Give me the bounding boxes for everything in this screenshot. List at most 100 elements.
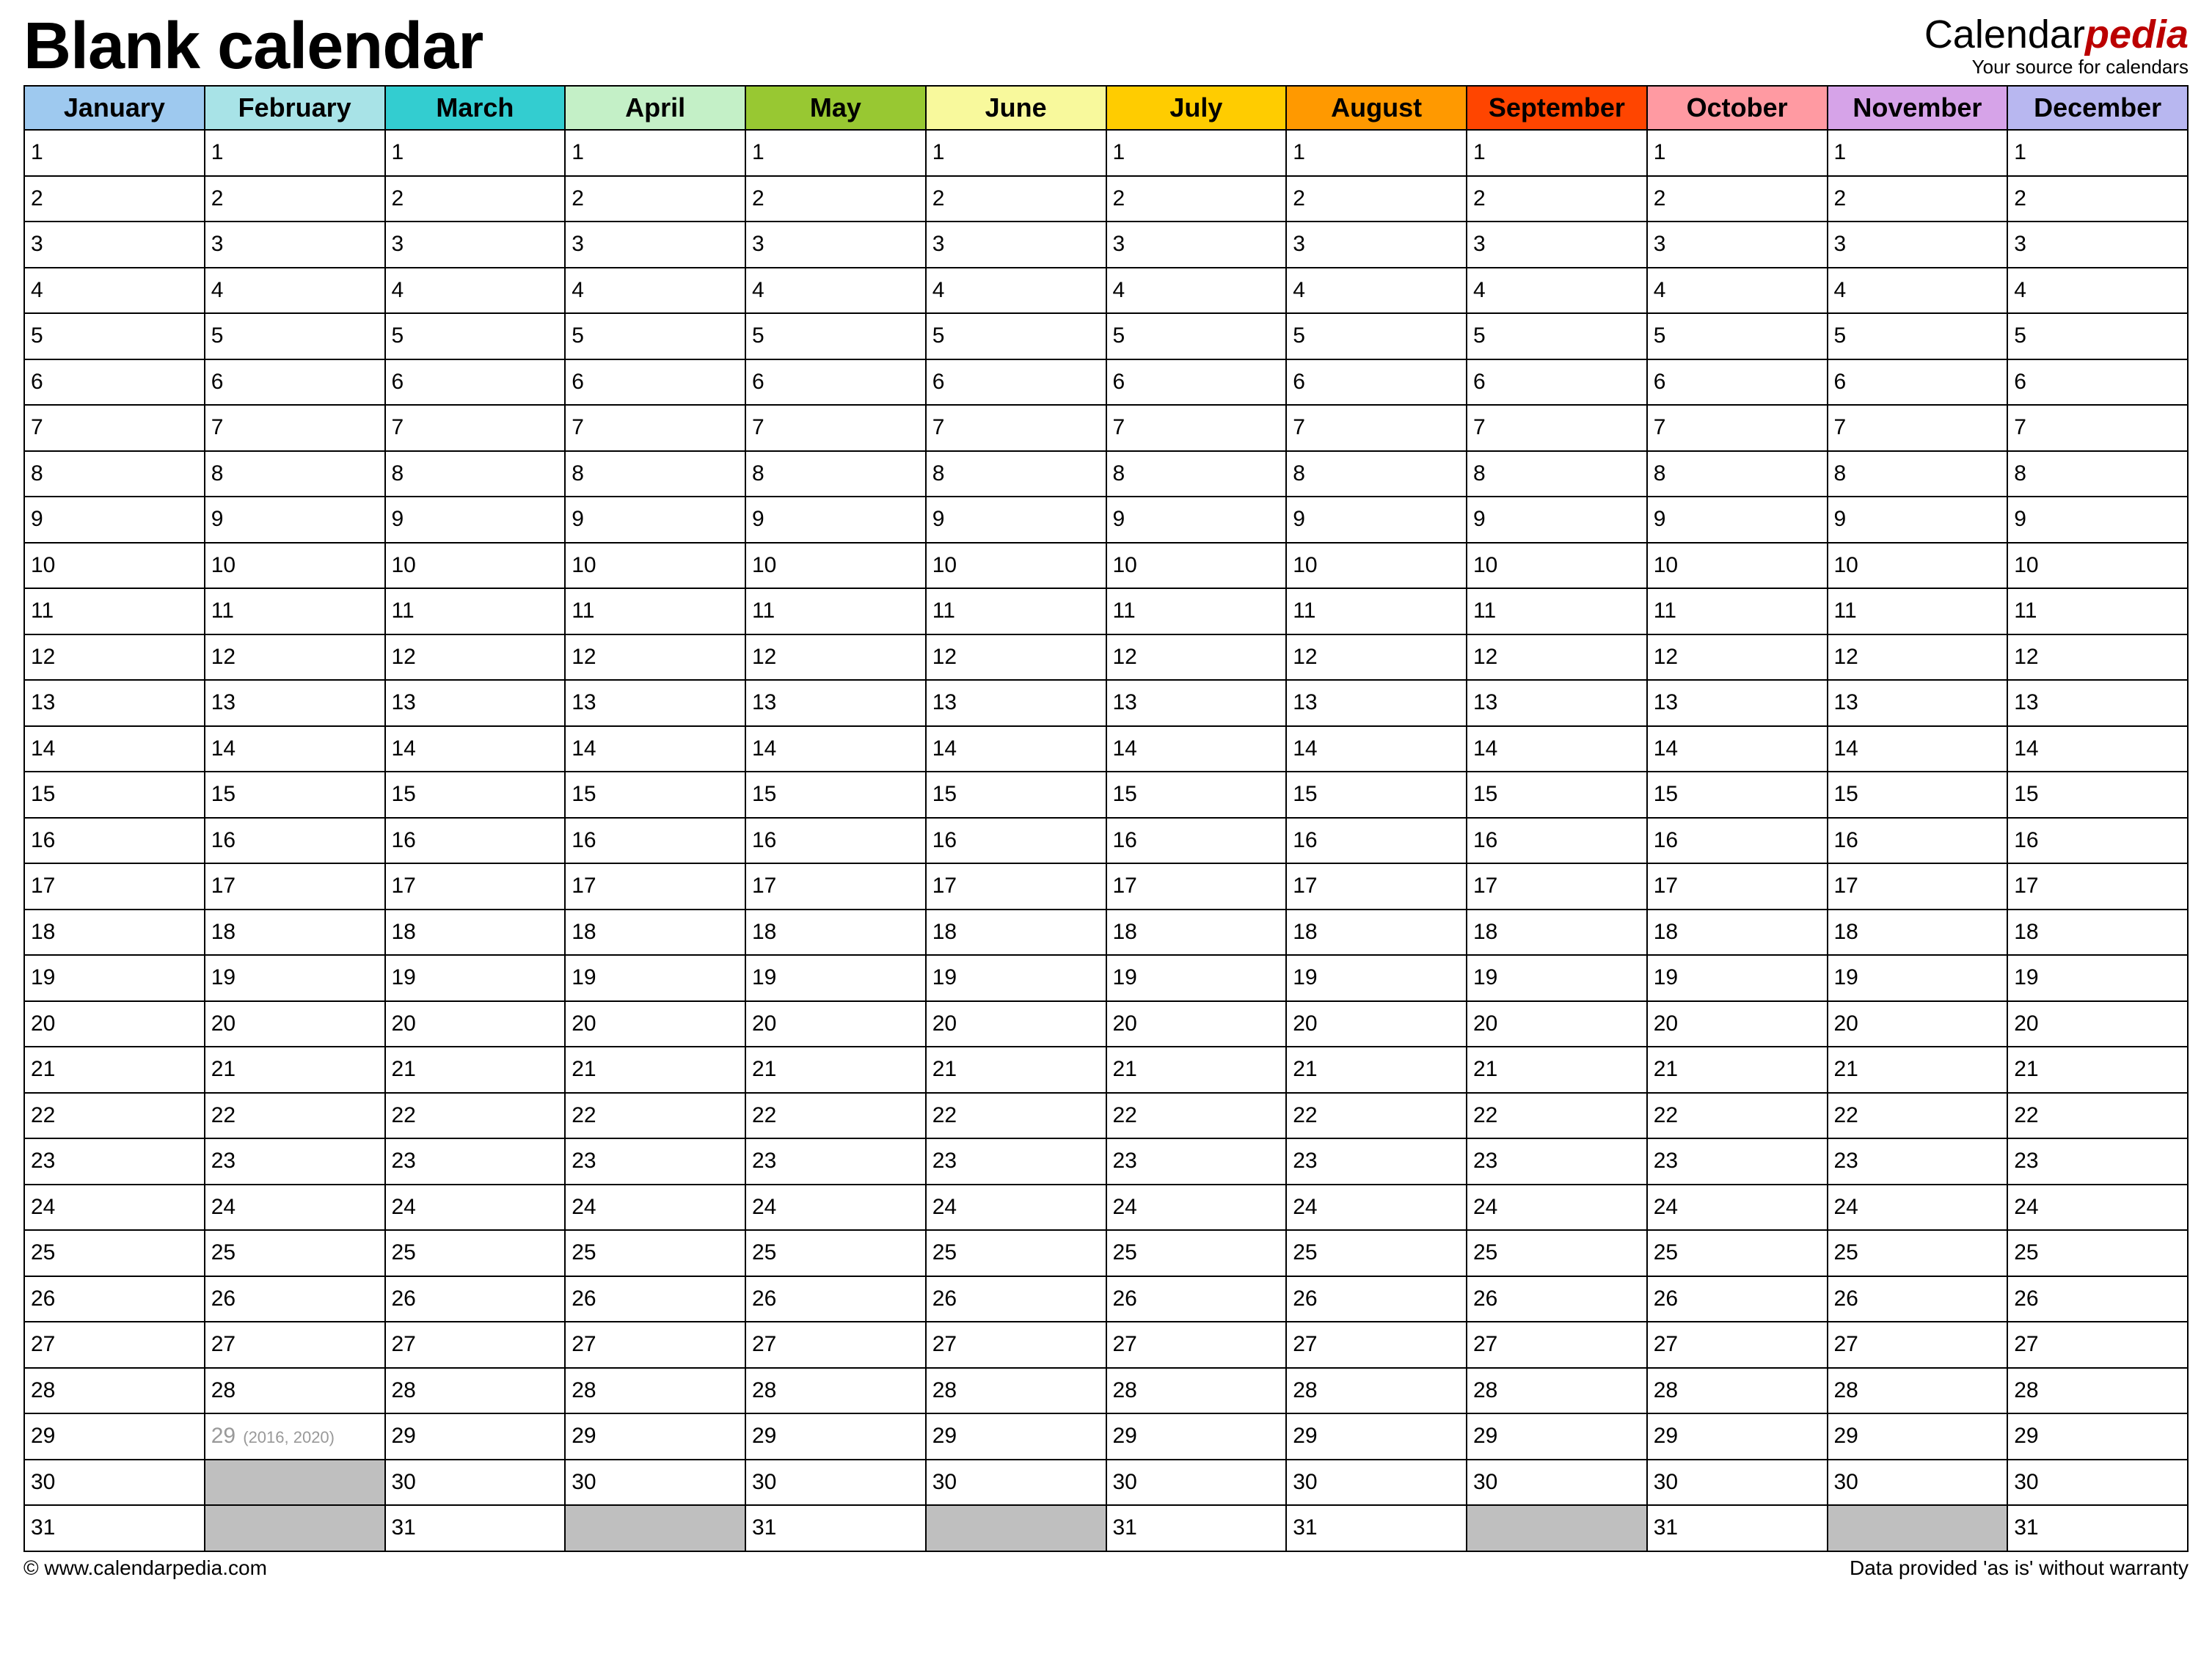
day-cell-content: 8 [1107,461,1286,486]
day-number: 25 [2014,1240,2038,1265]
page-header: Blank calendar Calendarpedia Your source… [23,13,2189,79]
day-cell: 26 [1828,1276,2008,1322]
day-number: 17 [1834,874,1858,898]
day-number: 4 [1473,278,1486,302]
day-cell: 4 [745,268,926,314]
month-name: March [436,92,514,122]
day-cell-content: 13 [386,690,565,715]
day-number: 19 [392,965,416,989]
day-cell-content: 1 [1828,140,2007,165]
day-cell: 14 [745,726,926,772]
day-cell-content: 22 [927,1103,1106,1128]
day-number: 19 [2014,965,2038,989]
day-cell: 3 [1467,222,1647,268]
day-cell: 23 [1647,1138,1828,1185]
day-number: 30 [1473,1470,1497,1494]
day-cell: 7 [1647,405,1828,451]
day-number: 24 [1834,1195,1858,1219]
day-cell: 13 [205,680,385,726]
day-number: 8 [211,461,224,486]
day-cell-content: 6 [566,370,745,395]
day-number: 10 [211,553,236,577]
day-number: 3 [1113,232,1125,256]
day-cell: 28 [1286,1368,1467,1414]
day-cell-content: 15 [2008,782,2187,807]
day-cell-content: 11 [1287,599,1466,623]
day-number: 30 [1113,1470,1137,1494]
day-number: 28 [1293,1378,1317,1402]
month-header: April [565,86,745,130]
day-row: 666666666666 [24,359,2188,406]
day-cell: 22 [1106,1093,1287,1139]
day-number: 28 [1113,1378,1137,1402]
day-cell-content: 9 [746,507,925,532]
day-number: 18 [932,920,957,944]
day-cell: 8 [926,451,1106,497]
day-number: 10 [572,553,596,577]
leap-year-note: (2016, 2020) [238,1428,335,1446]
day-cell: 14 [926,726,1106,772]
day-cell: 13 [24,680,205,726]
day-cell: 27 [565,1322,745,1368]
day-cell-content: 21 [746,1057,925,1082]
day-cell: 18 [1828,910,2008,956]
day-number: 7 [1293,415,1305,439]
day-cell-content: 22 [566,1103,745,1128]
day-cell-content: 9 [2008,507,2187,532]
day-cell: 24 [205,1185,385,1231]
day-cell-content: 15 [25,782,204,807]
day-cell-content: 20 [1467,1011,1646,1036]
day-cell-content: 27 [1828,1332,2007,1357]
day-number: 2 [1654,186,1666,211]
day-cell: 21 [1286,1047,1467,1093]
day-number: 3 [1834,232,1847,256]
day-cell: 14 [565,726,745,772]
day-number: 1 [2014,140,2026,164]
day-cell-content: 19 [1828,965,2007,990]
day-cell-content: 25 [25,1240,204,1265]
day-cell-content: 3 [1107,232,1286,257]
day-number: 25 [31,1240,55,1265]
day-row: 555555555555 [24,313,2188,359]
day-cell: 29 [24,1413,205,1460]
day-cell-content: 20 [386,1011,565,1036]
day-cell: 4 [385,268,566,314]
day-cell: 14 [1286,726,1467,772]
day-cell-content: 2 [386,186,565,211]
day-cell: 28 [1828,1368,2008,1414]
day-cell: 28 [24,1368,205,1414]
day-number: 9 [932,507,945,531]
day-number: 5 [1834,323,1847,348]
month-header: February [205,86,385,130]
day-cell: 3 [1286,222,1467,268]
day-cell: 23 [205,1138,385,1185]
day-number: 19 [1473,965,1497,989]
day-cell: 20 [2007,1001,2188,1047]
day-cell-content: 8 [1287,461,1466,486]
day-cell: 26 [1286,1276,1467,1322]
day-number: 23 [1293,1149,1317,1173]
day-cell: 16 [565,818,745,864]
day-cell: 20 [1467,1001,1647,1047]
day-cell: 27 [205,1322,385,1368]
day-cell: 26 [926,1276,1106,1322]
day-cell-content: 26 [1107,1287,1286,1311]
day-cell-content: 2 [566,186,745,211]
day-cell: 11 [385,588,566,634]
day-cell-content: 15 [566,782,745,807]
day-cell: 24 [1467,1185,1647,1231]
day-number: 4 [572,278,584,302]
day-cell: 25 [24,1230,205,1276]
day-number: 25 [1293,1240,1317,1265]
day-cell-content: 19 [746,965,925,990]
page-footer: © www.calendarpedia.com Data provided 'a… [23,1552,2189,1580]
day-number: 6 [1654,370,1666,394]
day-cell: 6 [2007,359,2188,406]
day-cell: 18 [1106,910,1287,956]
day-number: 9 [2014,507,2026,531]
day-number: 29 [1473,1424,1497,1448]
day-cell: 10 [24,543,205,589]
day-number: 10 [1293,553,1317,577]
day-cell: 24 [1286,1185,1467,1231]
day-cell-content: 23 [1287,1149,1466,1174]
